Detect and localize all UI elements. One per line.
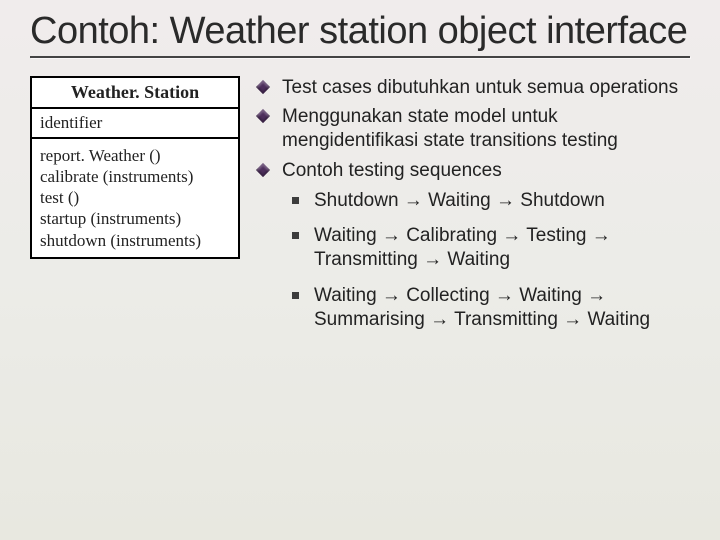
uml-operation: report. Weather () — [40, 145, 230, 166]
sequence-text: Waiting → Calibrating → Testing → Transm… — [314, 225, 611, 270]
sequence-sub-list: Shutdown → Waiting → Shutdown Waiting → … — [282, 189, 690, 332]
uml-operation: startup (instruments) — [40, 208, 230, 229]
list-item: Waiting → Collecting → Waiting → Summari… — [292, 284, 690, 332]
main-bullet-list: Test cases dibutuhkan untuk semua operat… — [258, 76, 690, 332]
list-item: Shutdown → Waiting → Shutdown — [292, 189, 690, 213]
uml-attribute: identifier — [32, 109, 238, 139]
title-underline — [30, 56, 690, 58]
list-item-text: Menggunakan state model untuk mengidenti… — [282, 106, 618, 151]
uml-class-box: Weather. Station identifier report. Weat… — [30, 76, 240, 259]
list-item-text: Test cases dibutuhkan untuk semua operat… — [282, 77, 678, 98]
list-item: Test cases dibutuhkan untuk semua operat… — [258, 76, 690, 100]
uml-operations: report. Weather () calibrate (instrument… — [32, 139, 238, 257]
sequence-text: Waiting → Collecting → Waiting → Summari… — [314, 285, 650, 330]
uml-operation: test () — [40, 187, 230, 208]
list-item-text: Contoh testing sequences — [282, 160, 502, 181]
content-row: Weather. Station identifier report. Weat… — [30, 76, 690, 344]
list-item: Waiting → Calibrating → Testing → Transm… — [292, 224, 690, 272]
list-item: Menggunakan state model untuk mengidenti… — [258, 105, 690, 153]
slide: Contoh: Weather station object interface… — [0, 0, 720, 363]
bullet-column: Test cases dibutuhkan untuk semua operat… — [258, 76, 690, 344]
list-item: Contoh testing sequences Shutdown → Wait… — [258, 159, 690, 332]
uml-operation: calibrate (instruments) — [40, 166, 230, 187]
uml-class-name: Weather. Station — [32, 78, 238, 109]
sequence-text: Shutdown → Waiting → Shutdown — [314, 190, 605, 211]
slide-title: Contoh: Weather station object interface — [30, 10, 690, 54]
uml-operation: shutdown (instruments) — [40, 230, 230, 251]
